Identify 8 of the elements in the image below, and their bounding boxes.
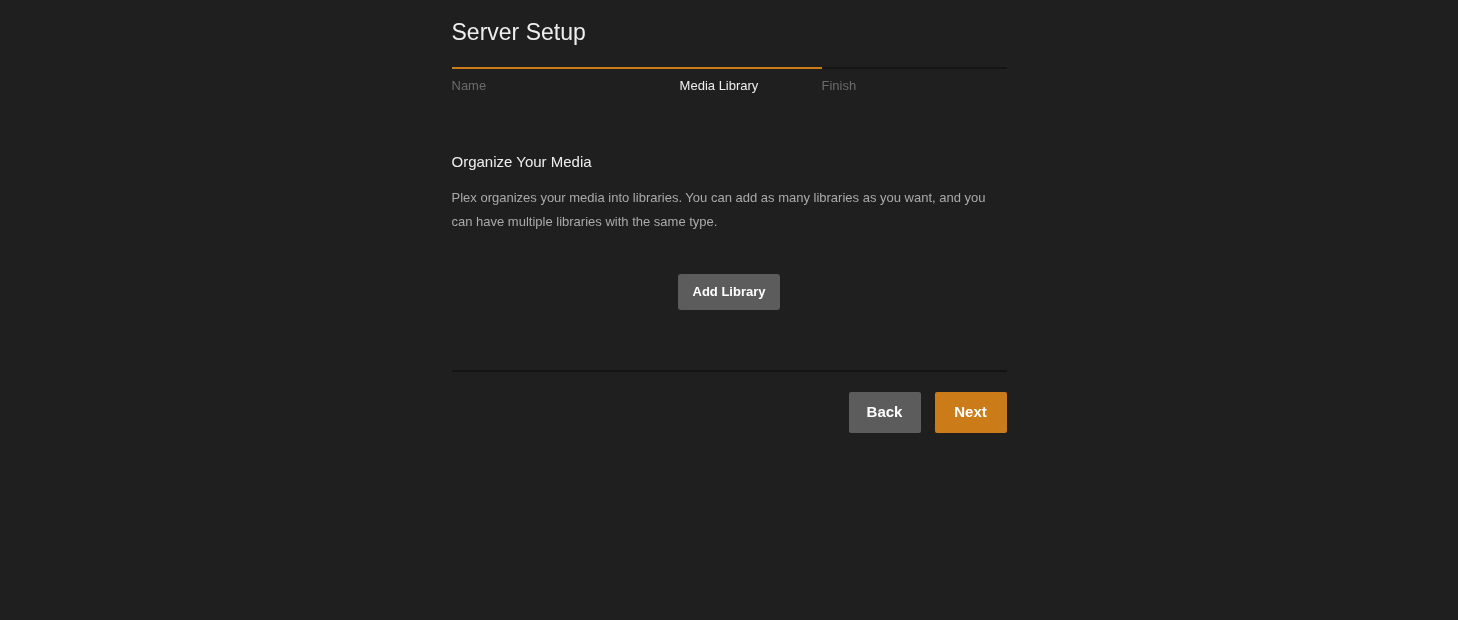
section-heading: Organize Your Media xyxy=(451,152,593,172)
section-description: Plex organizes your media into libraries. You can add as many libraries as you want, and you can have multiple libraries with the same type. xyxy=(451,189,987,231)
back-button[interactable]: Back xyxy=(848,392,921,433)
step-label: Finish xyxy=(821,77,858,95)
step-label: Media Library xyxy=(678,77,760,95)
add-library-button[interactable]: Add Library xyxy=(677,274,781,310)
page-title: Server Setup xyxy=(451,18,587,47)
step-label: Name xyxy=(451,77,488,95)
